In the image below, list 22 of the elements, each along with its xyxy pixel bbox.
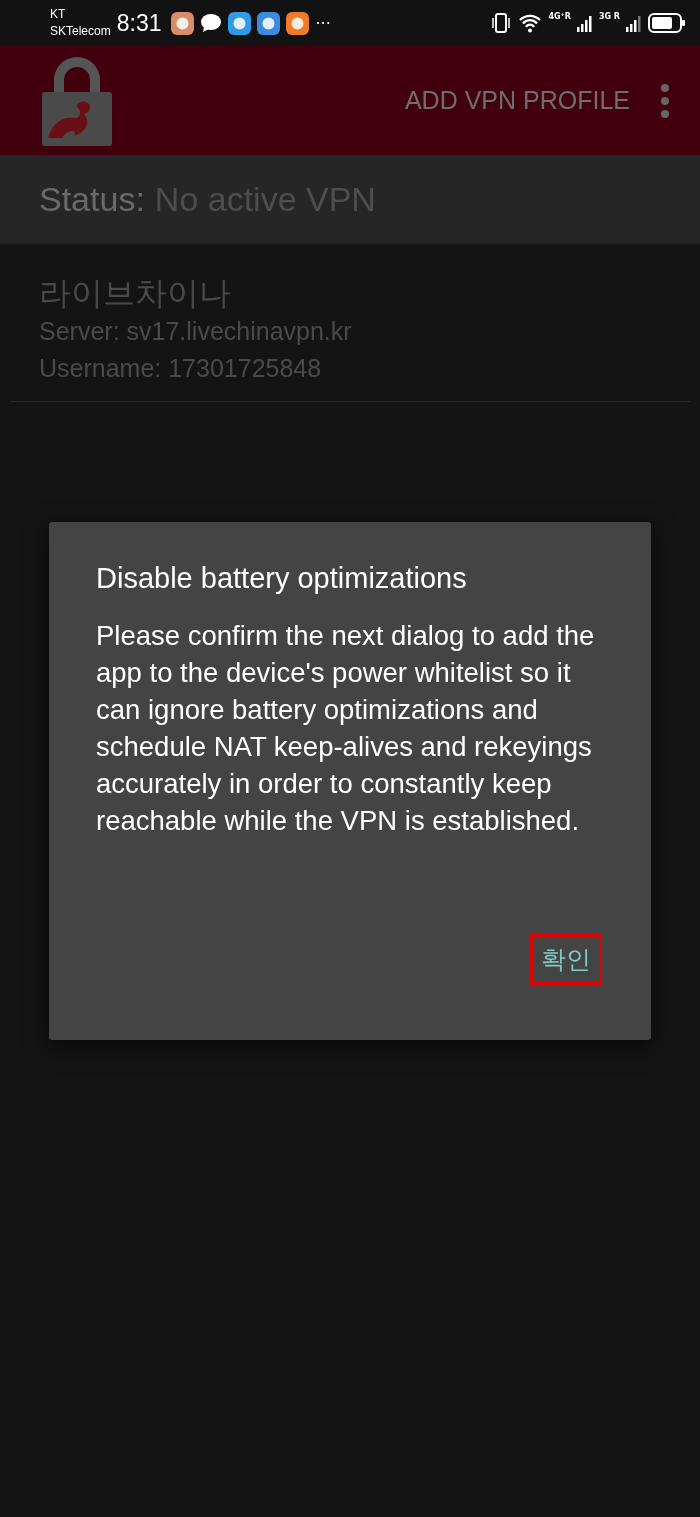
dialog-message: Please confirm the next dialog to add the app to the device's power whitelist so it can ignore battery optimizations and schedule NAT keep-alives and rekeyings accurately in order to constantly keep reachable while the VPN is established. xyxy=(96,619,596,838)
battery-icon xyxy=(648,13,686,33)
add-vpn-profile-button[interactable]: ADD VPN PROFILE xyxy=(404,86,630,115)
carrier-name: SKTelecom xyxy=(50,23,111,40)
signal-icon xyxy=(576,14,593,32)
clock: 8:31 xyxy=(116,9,162,37)
app-notification-icon xyxy=(228,11,252,35)
carrier-name: KT xyxy=(50,6,67,23)
network-type: 3G R xyxy=(598,12,620,21)
signal-icon xyxy=(626,14,642,32)
network-type: 4G⁺R xyxy=(548,12,571,21)
vibrate-icon xyxy=(490,13,513,33)
app-notification-icon xyxy=(286,11,310,35)
dialog-title: Disable battery optimizations xyxy=(96,562,468,595)
wifi-icon xyxy=(518,13,543,33)
status-label: Status: xyxy=(39,179,145,219)
chat-bubble-icon xyxy=(200,13,223,33)
app-notification-icon xyxy=(171,11,195,35)
app-notification-icon xyxy=(257,11,281,35)
more-options-icon[interactable] xyxy=(660,82,670,119)
more-notifications: ··· xyxy=(315,13,331,33)
confirm-button[interactable]: 확인 xyxy=(530,934,602,985)
